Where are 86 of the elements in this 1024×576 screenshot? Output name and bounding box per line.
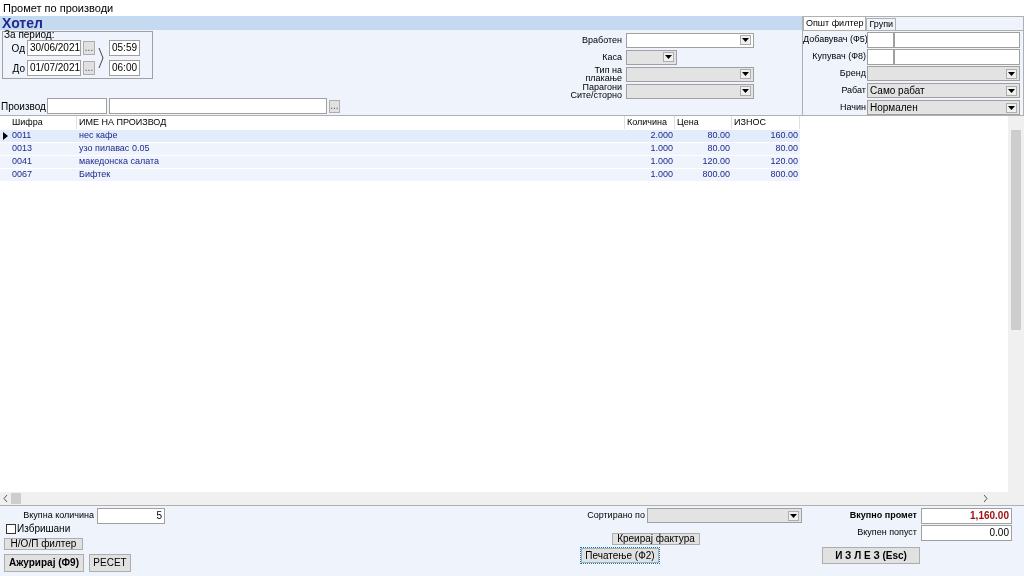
- filter-tab[interactable]: Групи: [866, 18, 897, 30]
- dropdown-field[interactable]: Само рабат: [867, 83, 1020, 98]
- total-quantity-label: Вкупна количина: [22, 509, 95, 523]
- dropdown-field[interactable]: [626, 32, 754, 48]
- date-picker-button[interactable]: ...: [83, 41, 95, 55]
- table-cell-text: 0011: [11, 129, 33, 143]
- date-label: До: [11, 61, 25, 76]
- total-turnover-label: Вкупно промет: [848, 509, 918, 523]
- product-label: Производ: [1, 99, 46, 114]
- table-cell-text: 800.00: [701, 168, 731, 182]
- filter-tab[interactable]: Општ филтер: [803, 16, 867, 30]
- filter-label: Купувач (Ф8): [811, 49, 867, 63]
- table-row[interactable]: 0013 узо пилавас 0.05 1.000 80.00 80.00: [0, 142, 800, 155]
- table-cell-text: 80.00: [706, 129, 731, 143]
- filter-label: Начин: [839, 100, 867, 114]
- table-cell-text: 80.00: [706, 142, 731, 156]
- deleted-label: Избришани: [17, 522, 71, 536]
- vertical-scrollbar[interactable]: [1008, 116, 1024, 505]
- dropdown-arrow-icon[interactable]: [1006, 102, 1017, 113]
- checkbox[interactable]: [6, 523, 16, 534]
- text-field[interactable]: 05:59: [109, 40, 140, 56]
- table-cell-text: 1.000: [649, 168, 674, 182]
- text-field[interactable]: [867, 48, 894, 65]
- filter-label: Добавувач (Ф5): [803, 32, 867, 46]
- filter-label: Парагони Сите/сторно: [569, 83, 623, 99]
- text-field[interactable]: [46, 98, 107, 114]
- filter-label: Каса: [601, 53, 623, 61]
- reset-button[interactable]: РЕСЕТ: [89, 554, 131, 572]
- window-title: Промет по производи: [3, 0, 114, 16]
- table-cell-text: 2.000: [649, 129, 674, 143]
- table-cell-text: узо пилавас 0.05: [78, 142, 151, 156]
- table-cell-text: 160.00: [769, 129, 799, 143]
- dropdown-arrow-icon[interactable]: [1006, 85, 1017, 96]
- period-label: За период:: [4, 30, 55, 40]
- exit-button[interactable]: И З Л Е З (Esc): [822, 547, 920, 564]
- sort-label: Сортирано по: [586, 508, 646, 522]
- date-label: Од: [10, 41, 25, 56]
- table-cell-text: 80.00: [774, 142, 799, 156]
- table-cell-text: 800.00: [769, 168, 799, 182]
- update-button[interactable]: Ажурирај (Ф9): [4, 554, 84, 572]
- text-field[interactable]: 06:00: [109, 60, 140, 76]
- text-field[interactable]: [867, 31, 894, 48]
- table-cell-text: 1.000: [649, 142, 674, 156]
- hotel-title: Хотел: [1, 16, 44, 30]
- table-cell-text: 1.000: [649, 155, 674, 169]
- dropdown-arrow-icon[interactable]: [740, 35, 751, 45]
- scrollbar-thumb[interactable]: [11, 493, 21, 504]
- text-field[interactable]: 1,160.00: [921, 508, 1012, 524]
- scrollbar-thumb[interactable]: [1011, 130, 1021, 330]
- table-cell-text: 0041: [11, 155, 34, 169]
- filter-label: Рабат: [840, 83, 867, 97]
- text-field[interactable]: 30/06/2021: [27, 40, 81, 56]
- text-field[interactable]: 5: [97, 508, 165, 524]
- scroll-left-icon[interactable]: [3, 495, 8, 502]
- filter-button[interactable]: Н/О/П филтер: [4, 538, 83, 550]
- total-discount-label: Вкупен попуст: [856, 526, 918, 540]
- table-cell-text: 120.00: [701, 155, 731, 169]
- row-pointer-icon: [2, 132, 8, 140]
- dropdown-field[interactable]: [647, 508, 802, 523]
- text-field[interactable]: 01/07/2021: [27, 60, 81, 76]
- table-cell-text: македонска салата: [78, 155, 160, 169]
- table-row[interactable]: 0041 македонска салата 1.000 120.00 120.00: [0, 155, 800, 168]
- table-cell-text: 120.00: [769, 155, 799, 169]
- text-field[interactable]: [108, 98, 327, 114]
- scroll-right-icon[interactable]: [983, 495, 988, 502]
- table-cell-text: 0013: [11, 142, 34, 156]
- dropdown-field[interactable]: Нормален: [867, 100, 1020, 115]
- table-row[interactable]: 0011 нес кафе 2.000 80.00 160.00: [0, 129, 800, 142]
- horizontal-scrollbar[interactable]: [0, 492, 1008, 505]
- create-invoice-button[interactable]: Креирај фактура: [612, 533, 700, 545]
- dropdown-arrow-icon[interactable]: [1006, 68, 1017, 79]
- text-field[interactable]: 0.00: [921, 525, 1012, 541]
- browse-button[interactable]: ...: [328, 99, 340, 113]
- dropdown-arrow-icon[interactable]: [788, 510, 799, 521]
- date-picker-button[interactable]: ...: [83, 61, 95, 75]
- filter-label: Вработен: [581, 36, 623, 44]
- table-row[interactable]: 0067 Бифтек 1.000 800.00 800.00: [0, 168, 800, 181]
- print-button[interactable]: Печатење (Ф2): [581, 548, 659, 563]
- table-cell-text: 0067: [11, 168, 34, 182]
- table-cell-text: Бифтек: [78, 168, 112, 182]
- dropdown-field[interactable]: [867, 66, 1020, 81]
- filter-label: Бренд: [838, 66, 867, 80]
- table-cell-text: нес кафе: [78, 129, 119, 143]
- filter-label: Тип на плакање: [584, 66, 623, 82]
- text-field[interactable]: [894, 48, 1020, 65]
- text-field[interactable]: [894, 31, 1020, 48]
